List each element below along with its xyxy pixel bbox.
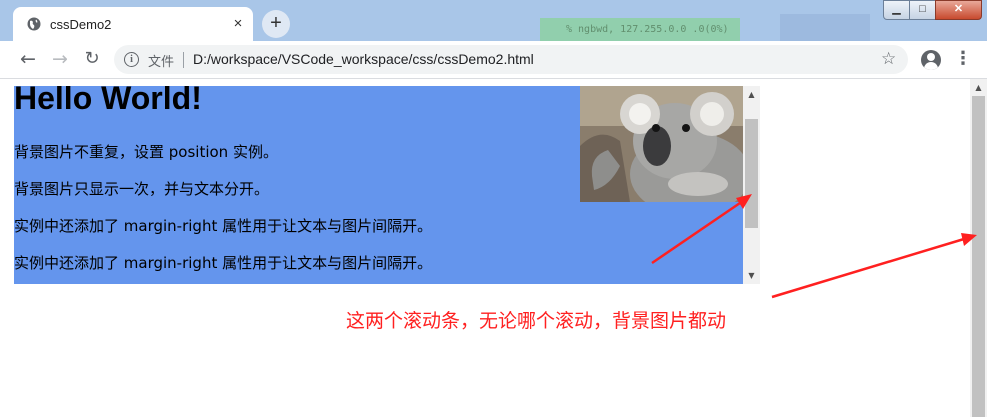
- tab-title: cssDemo2: [50, 17, 112, 32]
- inner-scrollbar-thumb[interactable]: [745, 119, 758, 228]
- page-heading: Hello World!: [14, 86, 202, 116]
- paragraph-4: 实例中还添加了 margin-right 属性用于让文本与图片间隔开。: [14, 254, 433, 272]
- window-close-button[interactable]: ✕: [935, 0, 982, 20]
- background-window-fragment-2: [780, 14, 870, 41]
- info-icon[interactable]: i: [124, 52, 139, 67]
- forward-icon[interactable]: →: [47, 46, 73, 72]
- page-scrollbar-thumb[interactable]: [972, 96, 985, 417]
- protocol-label: 文件: [148, 54, 175, 69]
- browser-tab[interactable]: cssDemo2 ×: [13, 7, 253, 41]
- url-text[interactable]: D:/workspace/VSCode_workspace/css/cssDem…: [193, 51, 534, 67]
- page-scroll-up-arrow-icon[interactable]: ▲: [970, 79, 987, 96]
- scroll-down-arrow-icon[interactable]: ▼: [743, 267, 760, 284]
- maximize-button[interactable]: □: [909, 0, 936, 20]
- paragraph-3: 实例中还添加了 margin-right 属性用于让文本与图片间隔开。: [14, 217, 433, 235]
- globe-icon: [27, 17, 41, 31]
- page-scrollbar[interactable]: ▲: [970, 79, 987, 417]
- star-icon[interactable]: ☆: [881, 49, 896, 69]
- paragraph-1: 背景图片不重复，设置 position 实例。: [14, 143, 278, 161]
- plus-icon: +: [270, 12, 282, 34]
- more-vert-icon[interactable]: ⋮: [953, 46, 973, 72]
- back-icon[interactable]: ←: [15, 46, 41, 72]
- new-tab-button[interactable]: +: [262, 10, 290, 38]
- address-bar[interactable]: i 文件 D:/workspace/VSCode_workspace/css/c…: [114, 45, 908, 74]
- inner-scrollbar[interactable]: ▲ ▼: [743, 86, 760, 284]
- annotation-text: 这两个滚动条，无论哪个滚动，背景图片都动: [346, 310, 727, 332]
- account-shoulders-shape: [924, 62, 938, 70]
- account-head-shape: [927, 53, 935, 61]
- minimize-button[interactable]: ▁: [883, 0, 910, 20]
- background-window-text: % ngbwd, 127.255.0.0 .0(0%): [566, 24, 729, 35]
- reload-icon[interactable]: ↻: [79, 46, 105, 72]
- close-icon[interactable]: ×: [229, 15, 247, 33]
- window-titlebar: % ngbwd, 127.255.0.0 .0(0%) cssDemo2 × +…: [0, 0, 987, 41]
- koala-background-image: [580, 86, 743, 202]
- scroll-up-arrow-icon[interactable]: ▲: [743, 86, 760, 103]
- page-viewport: Hello World! 背景图片不重复，设置 position 实例。 背景图…: [0, 79, 987, 417]
- demo-container[interactable]: Hello World! 背景图片不重复，设置 position 实例。 背景图…: [14, 86, 760, 284]
- paragraph-2: 背景图片只显示一次，并与文本分开。: [14, 180, 270, 198]
- account-icon[interactable]: [921, 50, 941, 70]
- browser-toolbar: ← → ↻ i 文件 D:/workspace/VSCode_workspace…: [0, 41, 987, 79]
- address-separator: [183, 52, 184, 68]
